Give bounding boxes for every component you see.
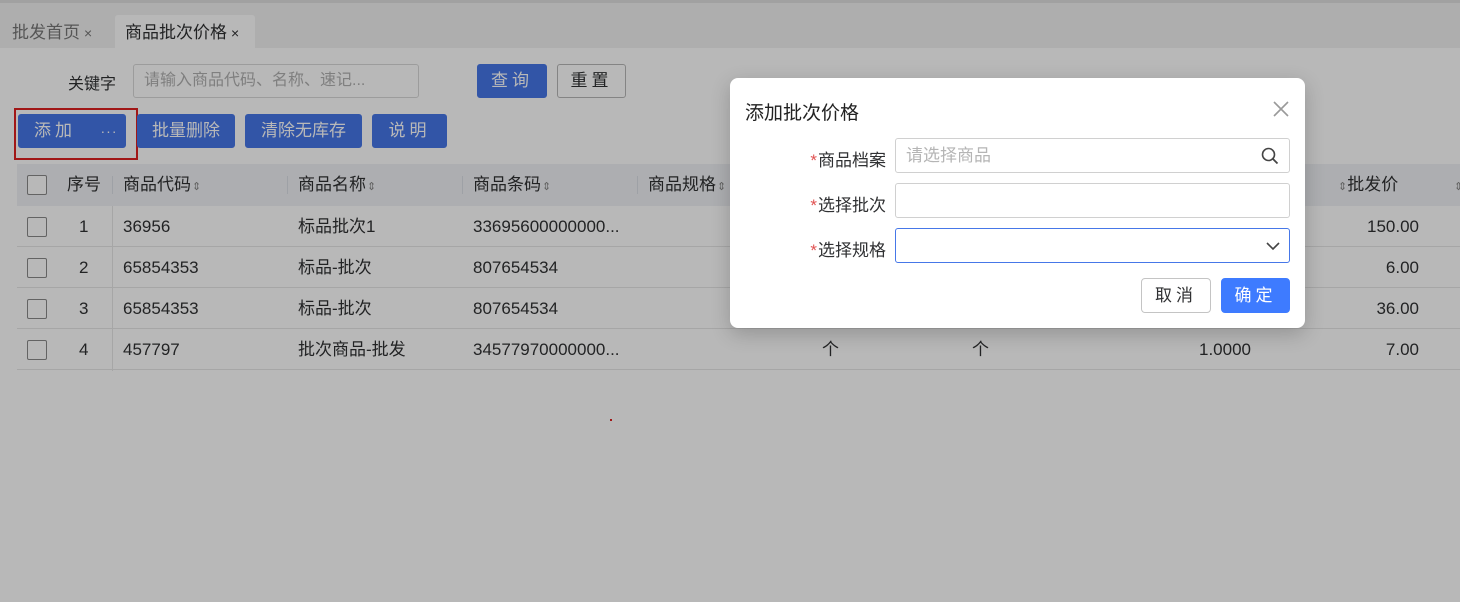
- product-select-input[interactable]: [895, 138, 1290, 173]
- chevron-down-icon[interactable]: [1263, 236, 1283, 256]
- search-icon[interactable]: [1260, 146, 1280, 166]
- dialog-title: 添加批次价格: [745, 103, 860, 124]
- field-label-text: 商品档案: [818, 151, 886, 170]
- add-batch-price-dialog: 添加批次价格 *商品档案 *选择批次 *选择规格 取消 确定: [730, 78, 1305, 328]
- app-root: 批发首页× 商品批次价格× 关键字 查询 重置 添加 ··· 批量删除 清除无库…: [0, 0, 1460, 602]
- batch-field-label: *选择批次: [790, 191, 886, 216]
- required-mark: *: [810, 196, 817, 215]
- cancel-button[interactable]: 取消: [1141, 278, 1211, 313]
- field-label-text: 选择批次: [818, 196, 886, 215]
- field-label-text: 选择规格: [818, 241, 886, 260]
- spec-field-label: *选择规格: [790, 236, 886, 261]
- spec-select[interactable]: [895, 228, 1290, 263]
- confirm-button[interactable]: 确定: [1221, 278, 1290, 313]
- required-mark: *: [810, 151, 817, 170]
- close-icon[interactable]: [1270, 98, 1292, 120]
- required-mark: *: [810, 241, 817, 260]
- product-field-label: *商品档案: [790, 146, 886, 171]
- batch-input[interactable]: [895, 183, 1290, 218]
